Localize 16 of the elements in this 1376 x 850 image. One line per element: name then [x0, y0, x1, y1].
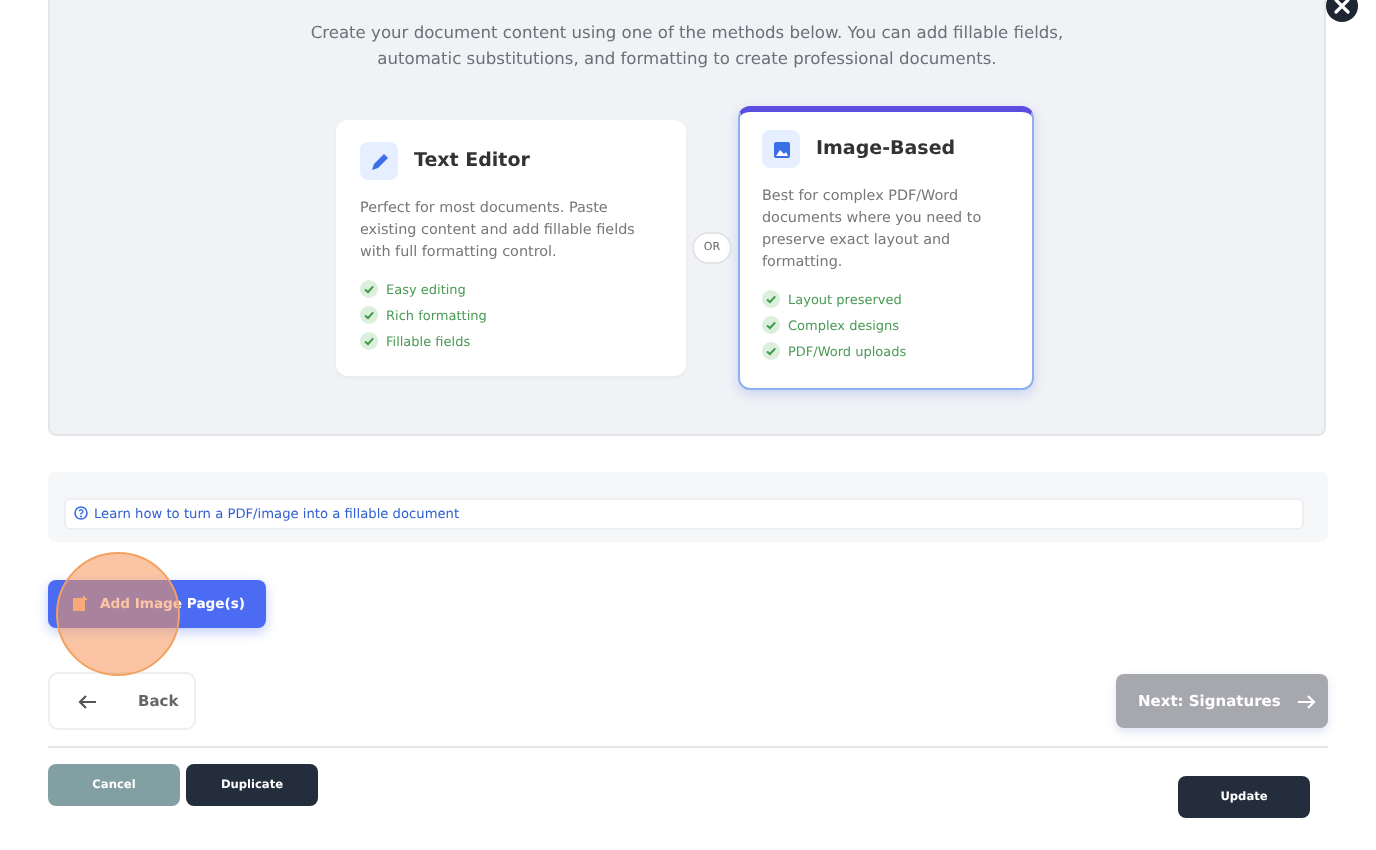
help-icon	[74, 506, 88, 520]
image-add-icon	[72, 596, 88, 612]
check-icon	[762, 316, 780, 334]
forward-arrow-icon	[1296, 693, 1317, 709]
back-arrow-icon	[78, 693, 98, 709]
check-icon	[762, 342, 780, 360]
intro-text: Create your document content using one of the methods below. You can add fillable fields, automatic substitutions, and formatting to create professional documents.	[308, 20, 1066, 72]
pencil-icon	[369, 151, 389, 171]
card-title: Image-Based	[816, 138, 956, 160]
check-icon	[360, 332, 378, 350]
check-icon	[360, 280, 378, 298]
card-title: Text Editor	[414, 150, 530, 172]
close-icon	[1334, 0, 1350, 14]
check-icon	[762, 290, 780, 308]
image-icon	[771, 139, 791, 159]
check-icon	[360, 306, 378, 324]
